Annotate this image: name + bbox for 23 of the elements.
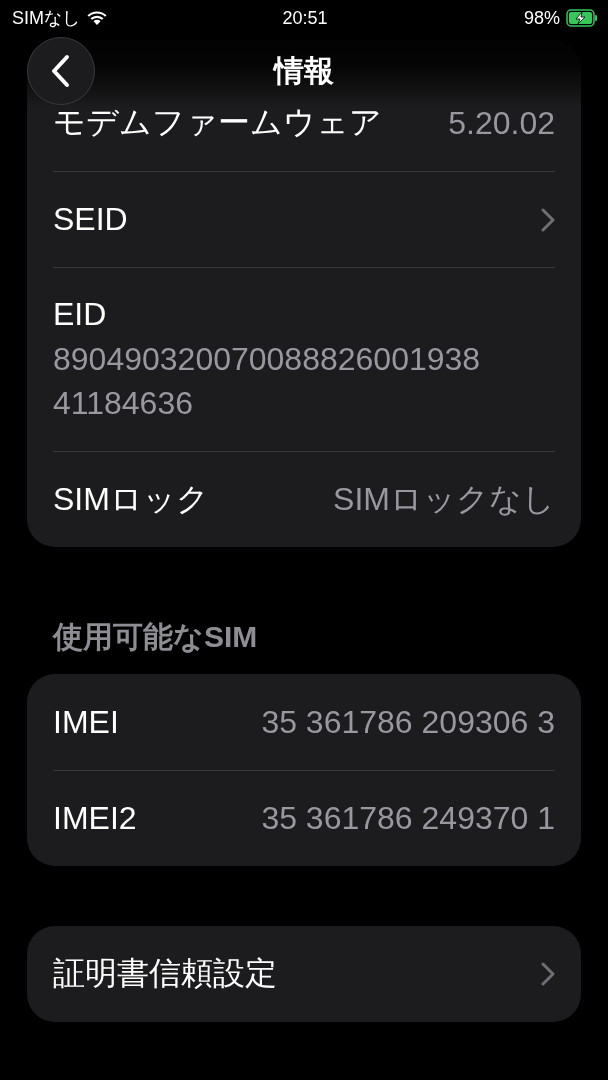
settings-row[interactable]: SEID [53,171,555,267]
row-value: 5.20.02 [448,104,555,142]
row-label: SEID [53,201,128,238]
row-label: 証明書信頼設定 [53,954,277,993]
row-label: SIMロック [53,479,209,519]
chevron-icon [541,207,555,232]
page-title: 情報 [274,52,334,89]
row-value: SIMロックなし [333,479,555,519]
row-value: 89049032007008882600193841184636 [53,340,481,423]
chevron-left-icon [51,54,71,88]
chevron-icon [541,962,555,986]
row-label: EID [53,296,108,333]
row-value: 35 361786 249370 1 [261,800,555,837]
carrier-label: SIMなし [12,7,80,30]
row-label: モデムファームウェア [53,103,382,142]
clock: 20:51 [282,7,328,29]
section-header: 使用可能なSIM [51,619,259,655]
row-label: IMEI2 [53,800,137,837]
settings-row[interactable]: 証明書信頼設定 [53,926,555,1022]
battery-percent: 98% [524,7,560,29]
wifi-icon [86,10,108,26]
row-label: IMEI [53,703,119,741]
row-value: 35 361786 209306 3 [261,703,555,741]
